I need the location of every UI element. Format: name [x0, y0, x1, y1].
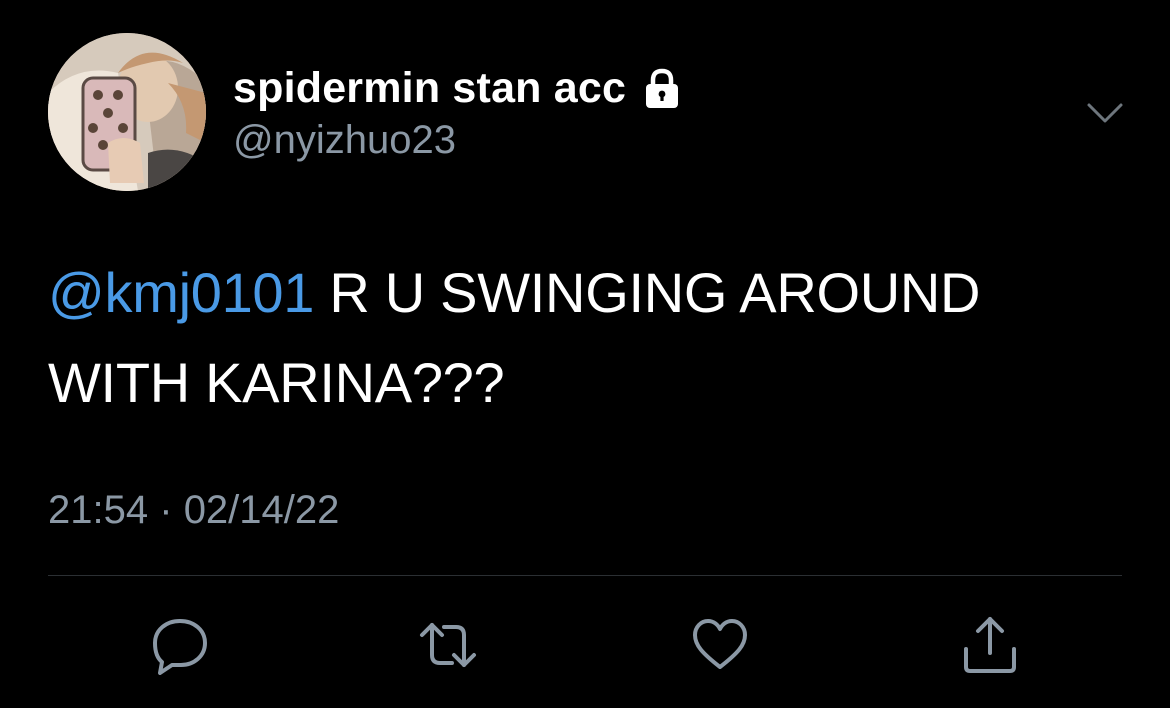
- chevron-down-icon[interactable]: [1084, 96, 1126, 130]
- avatar[interactable]: [48, 33, 206, 191]
- share-icon: [960, 615, 1020, 675]
- tweet-date: 02/14/22: [183, 488, 340, 532]
- tweet-timestamp[interactable]: 21:54 · 02/14/22: [48, 488, 339, 533]
- reply-icon: [150, 615, 210, 675]
- display-name[interactable]: spidermin stan acc: [233, 64, 626, 113]
- user-handle[interactable]: @nyizhuo23: [233, 118, 456, 163]
- timestamp-separator: ·: [159, 488, 173, 532]
- mention-link[interactable]: @kmj0101: [48, 261, 314, 324]
- divider: [48, 575, 1122, 576]
- retweet-icon: [416, 615, 480, 675]
- avatar-image: [48, 33, 206, 191]
- share-button[interactable]: [958, 613, 1022, 677]
- like-button[interactable]: [688, 613, 752, 677]
- tweet-time: 21:54: [48, 488, 149, 532]
- tweet-text: @kmj0101 R U SWINGING AROUND WITH KARINA…: [48, 248, 1128, 428]
- tweet-detail: spidermin stan acc @nyizhuo23 @kmj0101 R…: [0, 0, 1170, 708]
- reply-button[interactable]: [148, 613, 212, 677]
- heart-icon: [690, 615, 750, 675]
- display-name-row[interactable]: spidermin stan acc: [233, 62, 684, 114]
- retweet-button[interactable]: [416, 613, 480, 677]
- lock-icon: [640, 66, 684, 110]
